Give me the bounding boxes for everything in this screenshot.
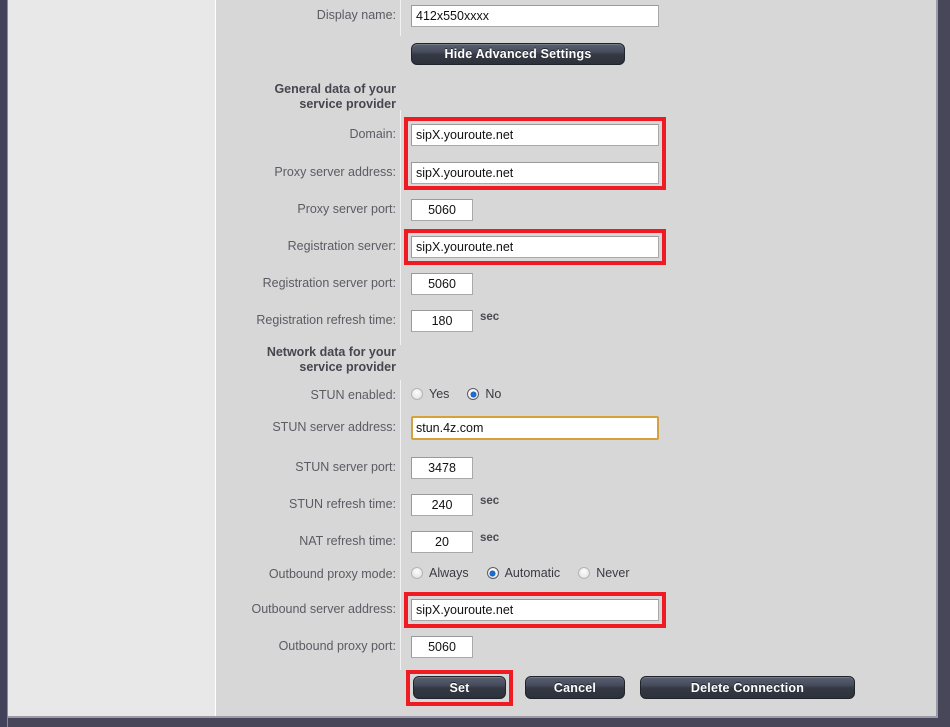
- stun-enabled-option-yes[interactable]: Yes: [411, 387, 449, 401]
- display-name-input[interactable]: [411, 5, 659, 27]
- radio-icon[interactable]: [411, 567, 423, 579]
- label-domain: Domain:: [349, 127, 396, 141]
- registration-server-input[interactable]: [411, 236, 659, 258]
- window-left-rail: [0, 0, 7, 727]
- set-button[interactable]: Set: [413, 676, 506, 699]
- application-window: Display name: Hide Advanced Settings Gen…: [0, 0, 950, 727]
- label-column-divider: [400, 380, 401, 670]
- outbound-proxy-mode-option-never-label: Never: [596, 566, 630, 580]
- section-heading-general: General data of your service provider: [274, 82, 396, 111]
- panel-right-edge: [936, 0, 938, 718]
- outbound-proxy-mode-radio-group[interactable]: Always Automatic Never: [411, 566, 648, 580]
- registration-server-port-input[interactable]: [411, 273, 473, 295]
- delete-connection-button[interactable]: Delete Connection: [640, 676, 855, 699]
- proxy-server-address-input[interactable]: [411, 162, 659, 184]
- stun-enabled-radio-group[interactable]: Yes No: [411, 387, 519, 401]
- outbound-proxy-mode-option-never[interactable]: Never: [578, 566, 630, 580]
- label-stun-refresh-time: STUN refresh time:: [289, 497, 396, 511]
- domain-input[interactable]: [411, 124, 659, 146]
- stun-refresh-time-input[interactable]: [411, 494, 473, 516]
- unit-stun-refresh-time: sec: [480, 495, 500, 507]
- label-display-name: Display name:: [316, 8, 396, 22]
- radio-selected-icon[interactable]: [467, 388, 480, 400]
- nat-refresh-time-input[interactable]: [411, 531, 473, 553]
- stun-enabled-option-yes-label: Yes: [429, 387, 450, 401]
- radio-selected-icon[interactable]: [486, 567, 499, 579]
- stun-enabled-option-no[interactable]: No: [467, 387, 501, 401]
- outbound-proxy-mode-option-automatic-label: Automatic: [504, 566, 561, 580]
- label-outbound-server-address: Outbound server address:: [251, 602, 396, 616]
- label-proxy-server-port: Proxy server port:: [297, 202, 396, 216]
- unit-registration-refresh-time: sec: [480, 311, 500, 323]
- cancel-button[interactable]: Cancel: [525, 676, 625, 699]
- unit-nat-refresh-time: sec: [480, 532, 500, 544]
- hide-advanced-settings-button[interactable]: Hide Advanced Settings: [411, 43, 625, 65]
- label-nat-refresh-time: NAT refresh time:: [299, 534, 396, 548]
- label-column-divider: [400, 0, 401, 36]
- label-column-divider: [400, 110, 401, 345]
- stun-server-port-input[interactable]: [411, 457, 473, 479]
- outbound-proxy-mode-option-automatic[interactable]: Automatic: [486, 566, 561, 580]
- stun-server-address-input[interactable]: [411, 416, 659, 440]
- outbound-proxy-mode-option-always-label: Always: [429, 566, 469, 580]
- outbound-server-address-input[interactable]: [411, 599, 659, 621]
- label-outbound-proxy-mode: Outbound proxy mode:: [268, 567, 396, 581]
- label-stun-enabled: STUN enabled:: [310, 388, 396, 402]
- panel-bottom-edge: [8, 716, 937, 718]
- radio-icon[interactable]: [578, 567, 591, 579]
- outbound-proxy-port-input[interactable]: [411, 636, 473, 658]
- label-stun-server-address: STUN server address:: [272, 420, 396, 434]
- registration-refresh-time-input[interactable]: [411, 310, 473, 332]
- label-registration-refresh-time: Registration refresh time:: [256, 313, 396, 327]
- proxy-server-port-input[interactable]: [411, 199, 473, 221]
- label-registration-server: Registration server:: [287, 239, 396, 253]
- settings-content-pane: Display name: Hide Advanced Settings Gen…: [216, 0, 937, 716]
- stun-enabled-option-no-label: No: [485, 387, 502, 401]
- outbound-proxy-mode-option-always[interactable]: Always: [411, 566, 469, 580]
- sidebar-pane: [8, 0, 215, 716]
- label-registration-server-port: Registration server port:: [262, 276, 396, 290]
- radio-icon[interactable]: [411, 388, 423, 400]
- label-proxy-server-address: Proxy server address:: [274, 165, 396, 179]
- section-heading-network: Network data for your service provider: [266, 345, 396, 374]
- label-outbound-proxy-port: Outbound proxy port:: [278, 639, 396, 653]
- label-stun-server-port: STUN server port:: [295, 460, 396, 474]
